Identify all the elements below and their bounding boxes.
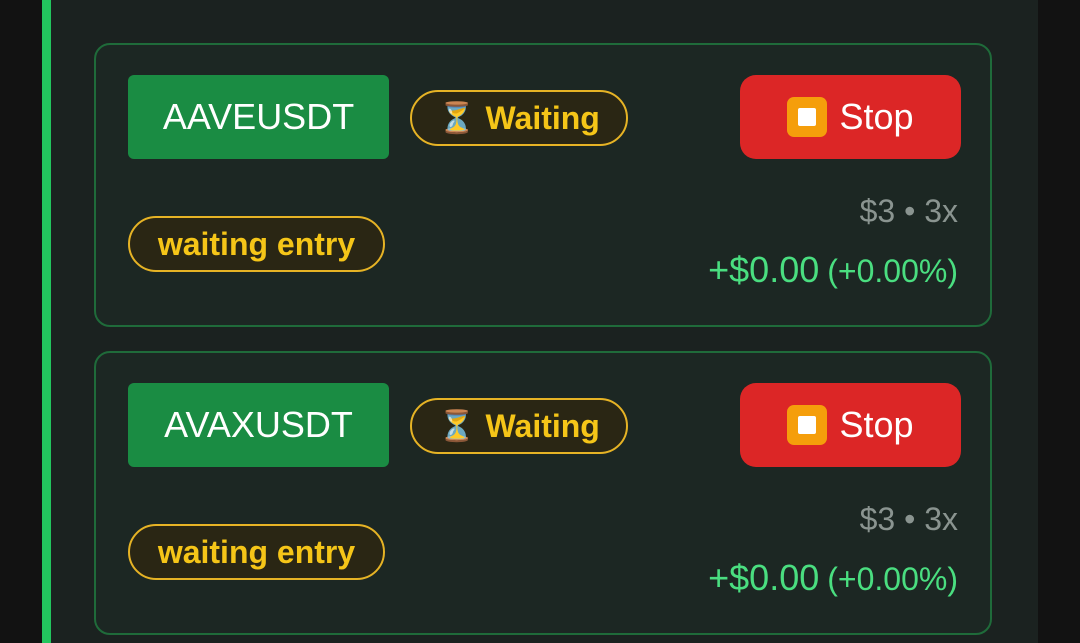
status-label: Waiting	[485, 99, 600, 136]
panel-accent-bar	[42, 0, 51, 643]
status-badge: ⏳ Waiting	[410, 398, 628, 454]
stop-label: Stop	[839, 96, 914, 137]
pnl-value: +$0.00	[708, 249, 820, 290]
stop-square-icon	[787, 405, 828, 445]
stop-button[interactable]: Stop	[740, 383, 961, 467]
symbol-badge[interactable]: AAVEUSDT	[128, 75, 389, 159]
entry-status-badge: waiting entry	[128, 216, 385, 272]
stop-button[interactable]: Stop	[740, 75, 961, 159]
hourglass-icon: ⏳	[438, 409, 476, 443]
position-card: AVAXUSDT ⏳ Waiting Stop waiting entry $3…	[94, 351, 992, 635]
status-badge: ⏳ Waiting	[410, 90, 628, 146]
symbol-badge[interactable]: AVAXUSDT	[128, 383, 389, 467]
size-leverage: $3 • 3x	[859, 501, 958, 537]
status-label: Waiting	[485, 407, 600, 444]
stop-label: Stop	[839, 404, 914, 445]
hourglass-icon: ⏳	[438, 101, 476, 135]
pnl-display: +$0.00 (+0.00%)	[708, 249, 958, 291]
pnl-percent: (+0.00%)	[827, 561, 958, 597]
position-card: AAVEUSDT ⏳ Waiting Stop waiting entry $3…	[94, 43, 992, 327]
pnl-display: +$0.00 (+0.00%)	[708, 557, 958, 599]
stop-square-icon	[787, 97, 828, 137]
pnl-value: +$0.00	[708, 557, 820, 598]
pnl-percent: (+0.00%)	[827, 253, 958, 289]
entry-status-badge: waiting entry	[128, 524, 385, 580]
size-leverage: $3 • 3x	[859, 193, 958, 229]
